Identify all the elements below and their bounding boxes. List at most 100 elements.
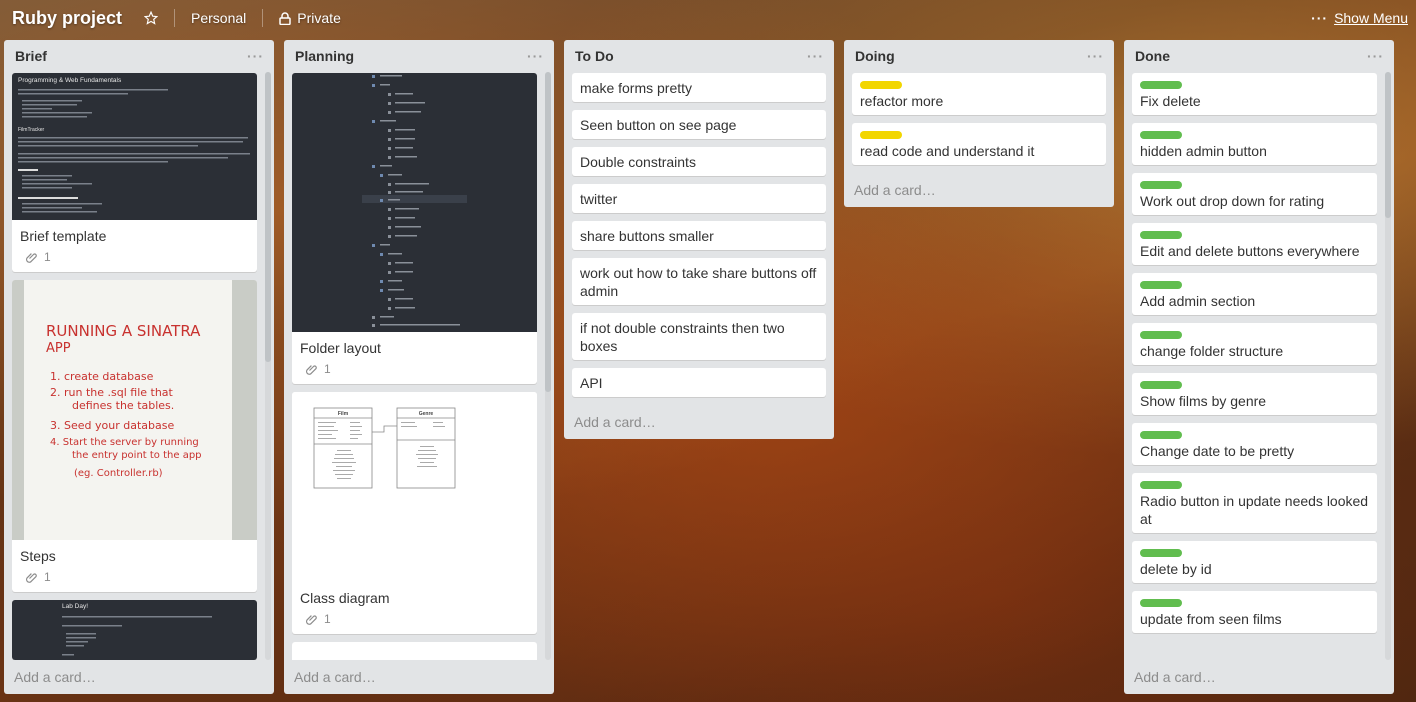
note-line: APP — [46, 341, 71, 356]
list-title[interactable]: Brief — [15, 48, 47, 64]
list-title[interactable]: To Do — [575, 48, 614, 64]
attachment-count: 1 — [44, 250, 51, 264]
card-title: Double constraints — [580, 154, 696, 170]
attachment-count: 1 — [44, 570, 51, 584]
card[interactable]: Double constraints — [572, 147, 826, 176]
scrollbar-thumb[interactable] — [265, 72, 271, 362]
list-title[interactable]: Done — [1135, 48, 1170, 64]
card[interactable]: RUNNING A SINATRA APP 1. create database… — [12, 280, 257, 592]
card[interactable]: change folder structure — [1132, 323, 1377, 365]
card-cover-image: Lab Day! — [12, 600, 257, 660]
add-card-button[interactable]: Add a card… — [844, 173, 1114, 207]
card-cover-image — [292, 73, 537, 332]
label-green — [1140, 549, 1182, 557]
card[interactable]: Lab Day! — [12, 600, 257, 660]
card-title: Class diagram — [300, 590, 390, 606]
card-title: make forms pretty — [580, 80, 693, 96]
card-title: Radio button in update needs looked at — [1140, 493, 1369, 527]
list-menu-icon[interactable]: ··· — [527, 48, 544, 64]
card-title: delete by id — [1140, 561, 1212, 577]
card-title: hidden admin button — [1140, 143, 1267, 159]
diagram-class-name: Genre — [419, 411, 434, 417]
card[interactable]: Radio button in update needs looked at — [1132, 473, 1377, 533]
card-title: Change date to be pretty — [1140, 443, 1295, 459]
card-title: share buttons smaller — [580, 228, 714, 244]
paperclip-icon — [26, 573, 37, 583]
card[interactable]: read code and understand it — [852, 123, 1106, 165]
list-done: Done ··· Fix delete hidden admin button … — [1124, 40, 1394, 694]
add-card-button[interactable]: Add a card… — [4, 660, 274, 694]
card-title: work out how to take share buttons off a… — [580, 265, 817, 299]
card[interactable]: make forms pretty — [572, 73, 826, 102]
card[interactable]: update from seen films — [1132, 591, 1377, 633]
card[interactable]: delete by id — [1132, 541, 1377, 583]
label-yellow — [860, 131, 902, 139]
label-green — [1140, 181, 1182, 189]
visibility-button[interactable]: Private — [273, 6, 347, 30]
card[interactable]: API — [572, 368, 826, 397]
card-title: Edit and delete buttons everywhere — [1140, 243, 1360, 259]
card[interactable]: Programming & Web Fundamentals FilmTrack… — [12, 73, 257, 272]
card[interactable]: Seen button on see page — [572, 110, 826, 139]
add-card-button[interactable]: Add a card… — [564, 405, 834, 439]
scrollbar-thumb[interactable] — [545, 72, 551, 392]
cover-heading: Lab Day! — [62, 603, 88, 610]
list-cards: Fix delete hidden admin button Work out … — [1124, 72, 1394, 660]
card[interactable]: Fix delete — [1132, 73, 1377, 115]
list-planning: Planning ··· Folder layout 1 Film Genre … — [284, 40, 554, 694]
visibility-label: Private — [297, 10, 341, 26]
paperclip-icon — [306, 615, 317, 625]
add-card-button[interactable]: Add a card… — [284, 660, 554, 694]
list-menu-icon[interactable]: ··· — [1367, 48, 1384, 64]
paperclip-icon — [306, 365, 317, 375]
card-badges: 1 — [12, 250, 257, 272]
card[interactable]: Folder layout 1 — [292, 73, 537, 384]
paperclip-icon — [26, 253, 37, 263]
list-menu-icon[interactable]: ··· — [807, 48, 824, 64]
list-header: Brief ··· — [4, 40, 274, 72]
scrollbar-thumb[interactable] — [1385, 72, 1391, 218]
list-menu-icon[interactable]: ··· — [247, 48, 264, 64]
label-green — [1140, 131, 1182, 139]
card-badges: 1 — [12, 570, 257, 592]
card[interactable]: refactor more — [852, 73, 1106, 115]
card-title: change folder structure — [1140, 343, 1284, 359]
card[interactable]: Change date to be pretty — [1132, 423, 1377, 465]
label-green — [1140, 231, 1182, 239]
label-green — [1140, 599, 1182, 607]
list-brief: Brief ··· Programming & Web Fundamentals… — [4, 40, 274, 694]
card-title: Steps — [20, 548, 56, 564]
card[interactable]: Show films by genre — [1132, 373, 1377, 415]
card-badges: 1 — [292, 612, 537, 634]
label-green — [1140, 81, 1182, 89]
list-cards: Programming & Web Fundamentals FilmTrack… — [4, 72, 274, 660]
card[interactable]: Film Genre Class diagram 1 — [292, 392, 537, 634]
card[interactable]: twitter — [572, 184, 826, 213]
card[interactable] — [292, 642, 537, 660]
card-cover-image: Programming & Web Fundamentals FilmTrack… — [12, 73, 257, 220]
list-title[interactable]: Doing — [855, 48, 895, 64]
card-title: Brief template — [20, 228, 107, 244]
label-green — [1140, 381, 1182, 389]
card[interactable]: Add admin section — [1132, 273, 1377, 315]
note-line: defines the tables. — [72, 399, 174, 412]
card[interactable]: if not double constraints then two boxes — [572, 313, 826, 360]
list-title[interactable]: Planning — [295, 48, 354, 64]
diagram-class-name: Film — [338, 411, 349, 417]
list-cards: make forms pretty Seen button on see pag… — [564, 72, 834, 405]
card[interactable]: Work out drop down for rating — [1132, 173, 1377, 215]
card[interactable]: hidden admin button — [1132, 123, 1377, 165]
card[interactable]: Edit and delete buttons everywhere — [1132, 223, 1377, 265]
add-card-button[interactable]: Add a card… — [1124, 660, 1394, 694]
list-menu-icon[interactable]: ··· — [1087, 48, 1104, 64]
card[interactable]: share buttons smaller — [572, 221, 826, 250]
card-title: API — [580, 375, 603, 391]
card[interactable]: work out how to take share buttons off a… — [572, 258, 826, 305]
card-title: Seen button on see page — [580, 117, 737, 133]
star-button[interactable] — [138, 7, 164, 29]
board-title[interactable]: Ruby project — [12, 8, 122, 29]
card-badges: 1 — [292, 362, 537, 384]
show-menu-button[interactable]: ··· Show Menu — [1311, 10, 1408, 26]
team-button[interactable]: Personal — [185, 6, 252, 30]
cover-heading: Programming & Web Fundamentals — [18, 77, 122, 84]
